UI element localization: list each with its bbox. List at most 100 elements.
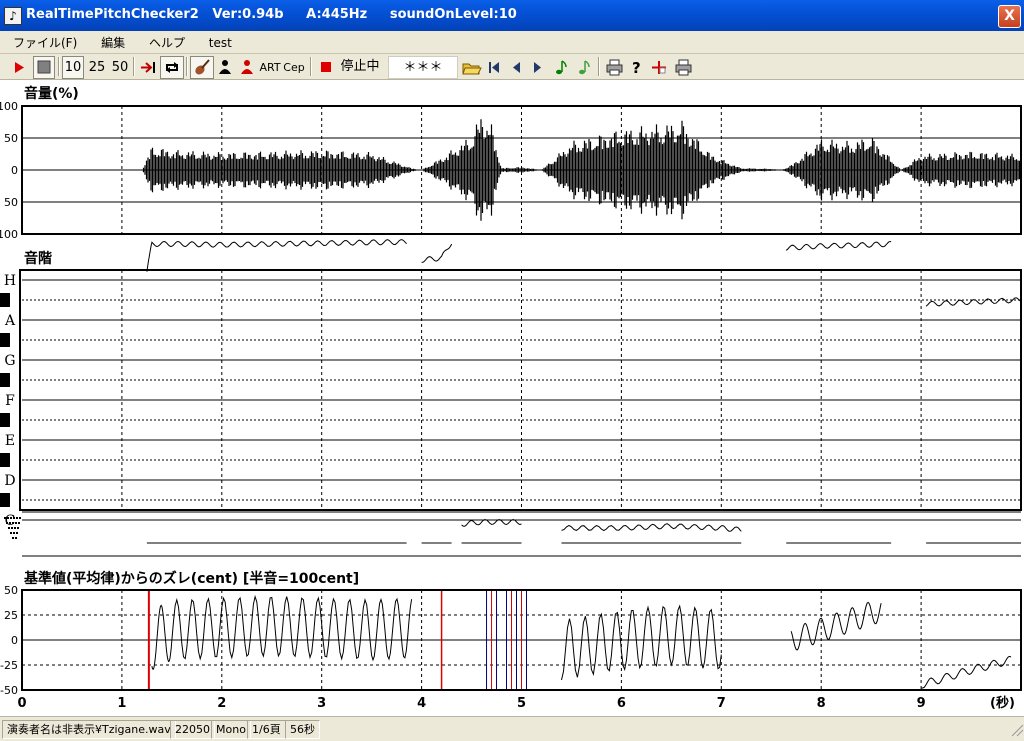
roll-dot [12, 537, 14, 539]
status-duration: 56秒 [285, 720, 320, 739]
menu-edit[interactable]: 編集 [94, 31, 132, 51]
menu-test[interactable]: test [202, 33, 239, 50]
person-icon [219, 60, 231, 74]
roll-dot [15, 537, 17, 539]
music-note-alt-icon [579, 60, 590, 75]
printer-icon [606, 59, 623, 76]
roll-dot [4, 517, 6, 519]
svg-text:?: ? [632, 59, 641, 77]
status-bar: 演奏者名は非表示¥Tzigane.wav 22050 Mono 1/6頁 56秒 [0, 716, 1024, 741]
roll-dot [15, 522, 17, 524]
volume-y-tick: 100 [0, 228, 18, 241]
title-bar: ♪ RealTimePitchChecker2 Ver:0.94b A:445H… [0, 0, 1024, 31]
roll-dot [14, 527, 16, 529]
record-indicator [316, 56, 336, 79]
open-folder-button[interactable] [460, 56, 484, 79]
time-tick: 8 [817, 696, 826, 711]
pitch-note-label: F [5, 393, 15, 409]
black-key [0, 413, 10, 427]
time-tick: 3 [317, 696, 326, 711]
print-button[interactable] [603, 56, 625, 79]
violin-button[interactable] [190, 56, 214, 79]
pitch-note-label: D [4, 473, 15, 489]
time-tick: 1 [117, 696, 126, 711]
roll-dot [16, 517, 18, 519]
music-note-icon [556, 60, 567, 75]
roll-dot [8, 527, 10, 529]
resize-grip-icon[interactable] [1008, 720, 1024, 737]
loop-icon [166, 62, 178, 73]
singer-button[interactable] [214, 56, 236, 79]
roll-dot [6, 522, 8, 524]
roll-dot [12, 522, 14, 524]
black-key [0, 293, 10, 307]
cep-button[interactable]: Cep [282, 56, 306, 79]
roll-dot [17, 527, 19, 529]
roll-dot [9, 522, 11, 524]
state-label: 停止中 [340, 59, 380, 74]
stop-square-icon [321, 62, 331, 72]
volume-y-tick: 0 [11, 164, 18, 177]
art-button[interactable]: ART [258, 56, 282, 79]
analysis-charts: 音量(%) 10050050100 音階 HAGFEDC 基準値(平均律)からの… [0, 80, 1024, 716]
pitch-note-label: G [4, 353, 15, 369]
skip-first-icon [489, 62, 499, 73]
toolbar-separator [598, 57, 600, 76]
note-button[interactable] [551, 56, 571, 79]
roll-dot [10, 532, 12, 534]
pitch-note-label: H [4, 273, 16, 289]
speed-10-button[interactable]: 10 [62, 56, 84, 79]
volume-y-tick: 50 [4, 132, 18, 145]
window-title: RealTimePitchChecker2 Ver:0.94b A:445Hz … [26, 7, 517, 22]
time-tick: 9 [917, 696, 926, 711]
note-alt-button[interactable] [574, 56, 594, 79]
triangle-right-icon [534, 62, 541, 73]
stop-icon [37, 60, 51, 74]
person-red-icon [241, 60, 253, 74]
roll-dot [13, 517, 15, 519]
stop-button[interactable] [33, 56, 55, 79]
first-page-button[interactable] [484, 56, 504, 79]
roll-dot [10, 517, 12, 519]
roll-dot [16, 532, 18, 534]
violin-icon [195, 59, 210, 75]
status-file: 演奏者名は非表示¥Tzigane.wav [2, 720, 176, 739]
toolbar-separator [186, 57, 188, 76]
next-page-button[interactable] [528, 56, 548, 79]
arrow-to-bar-icon [141, 62, 155, 73]
toolbar-separator [310, 57, 312, 76]
pitch-note-label: A [4, 313, 16, 329]
black-key [0, 453, 10, 467]
singer-red-button[interactable] [236, 56, 258, 79]
printer-icon [675, 59, 692, 76]
help-button[interactable]: ? [626, 56, 646, 79]
cent-panel-title: 基準値(平均律)からのズレ(cent) [半音=100cent] [24, 570, 359, 587]
print-setup-button[interactable] [672, 56, 694, 79]
play-icon [15, 62, 24, 73]
marker-button[interactable] [648, 56, 670, 79]
folder-open-icon [462, 63, 482, 75]
menu-file[interactable]: ファイル(F) [6, 31, 84, 51]
cent-y-tick: 0 [11, 634, 18, 647]
roll-dot [7, 517, 9, 519]
speed-50-button[interactable]: 50 [109, 56, 131, 79]
menu-help[interactable]: ヘルプ [142, 31, 192, 51]
play-button[interactable] [8, 56, 30, 79]
roll-dot [19, 517, 21, 519]
pitch-note-label: C [5, 513, 16, 529]
speed-25-button[interactable]: 25 [86, 56, 108, 79]
menu-bar: ファイル(F) 編集 ヘルプ test [0, 31, 1024, 54]
jump-end-button[interactable] [137, 56, 159, 79]
roll-dot [11, 527, 13, 529]
volume-y-tick: 100 [0, 100, 18, 113]
loop-button[interactable] [160, 56, 184, 79]
cent-y-tick: -25 [0, 659, 18, 672]
black-key [0, 373, 10, 387]
crosshair-icon [652, 61, 666, 74]
cent-y-tick: -50 [0, 684, 18, 697]
roll-dot [18, 522, 20, 524]
close-button[interactable]: X [998, 5, 1021, 28]
time-tick: 2 [217, 696, 226, 711]
prev-page-button[interactable] [506, 56, 526, 79]
volume-panel-title: 音量(%) [24, 85, 79, 102]
